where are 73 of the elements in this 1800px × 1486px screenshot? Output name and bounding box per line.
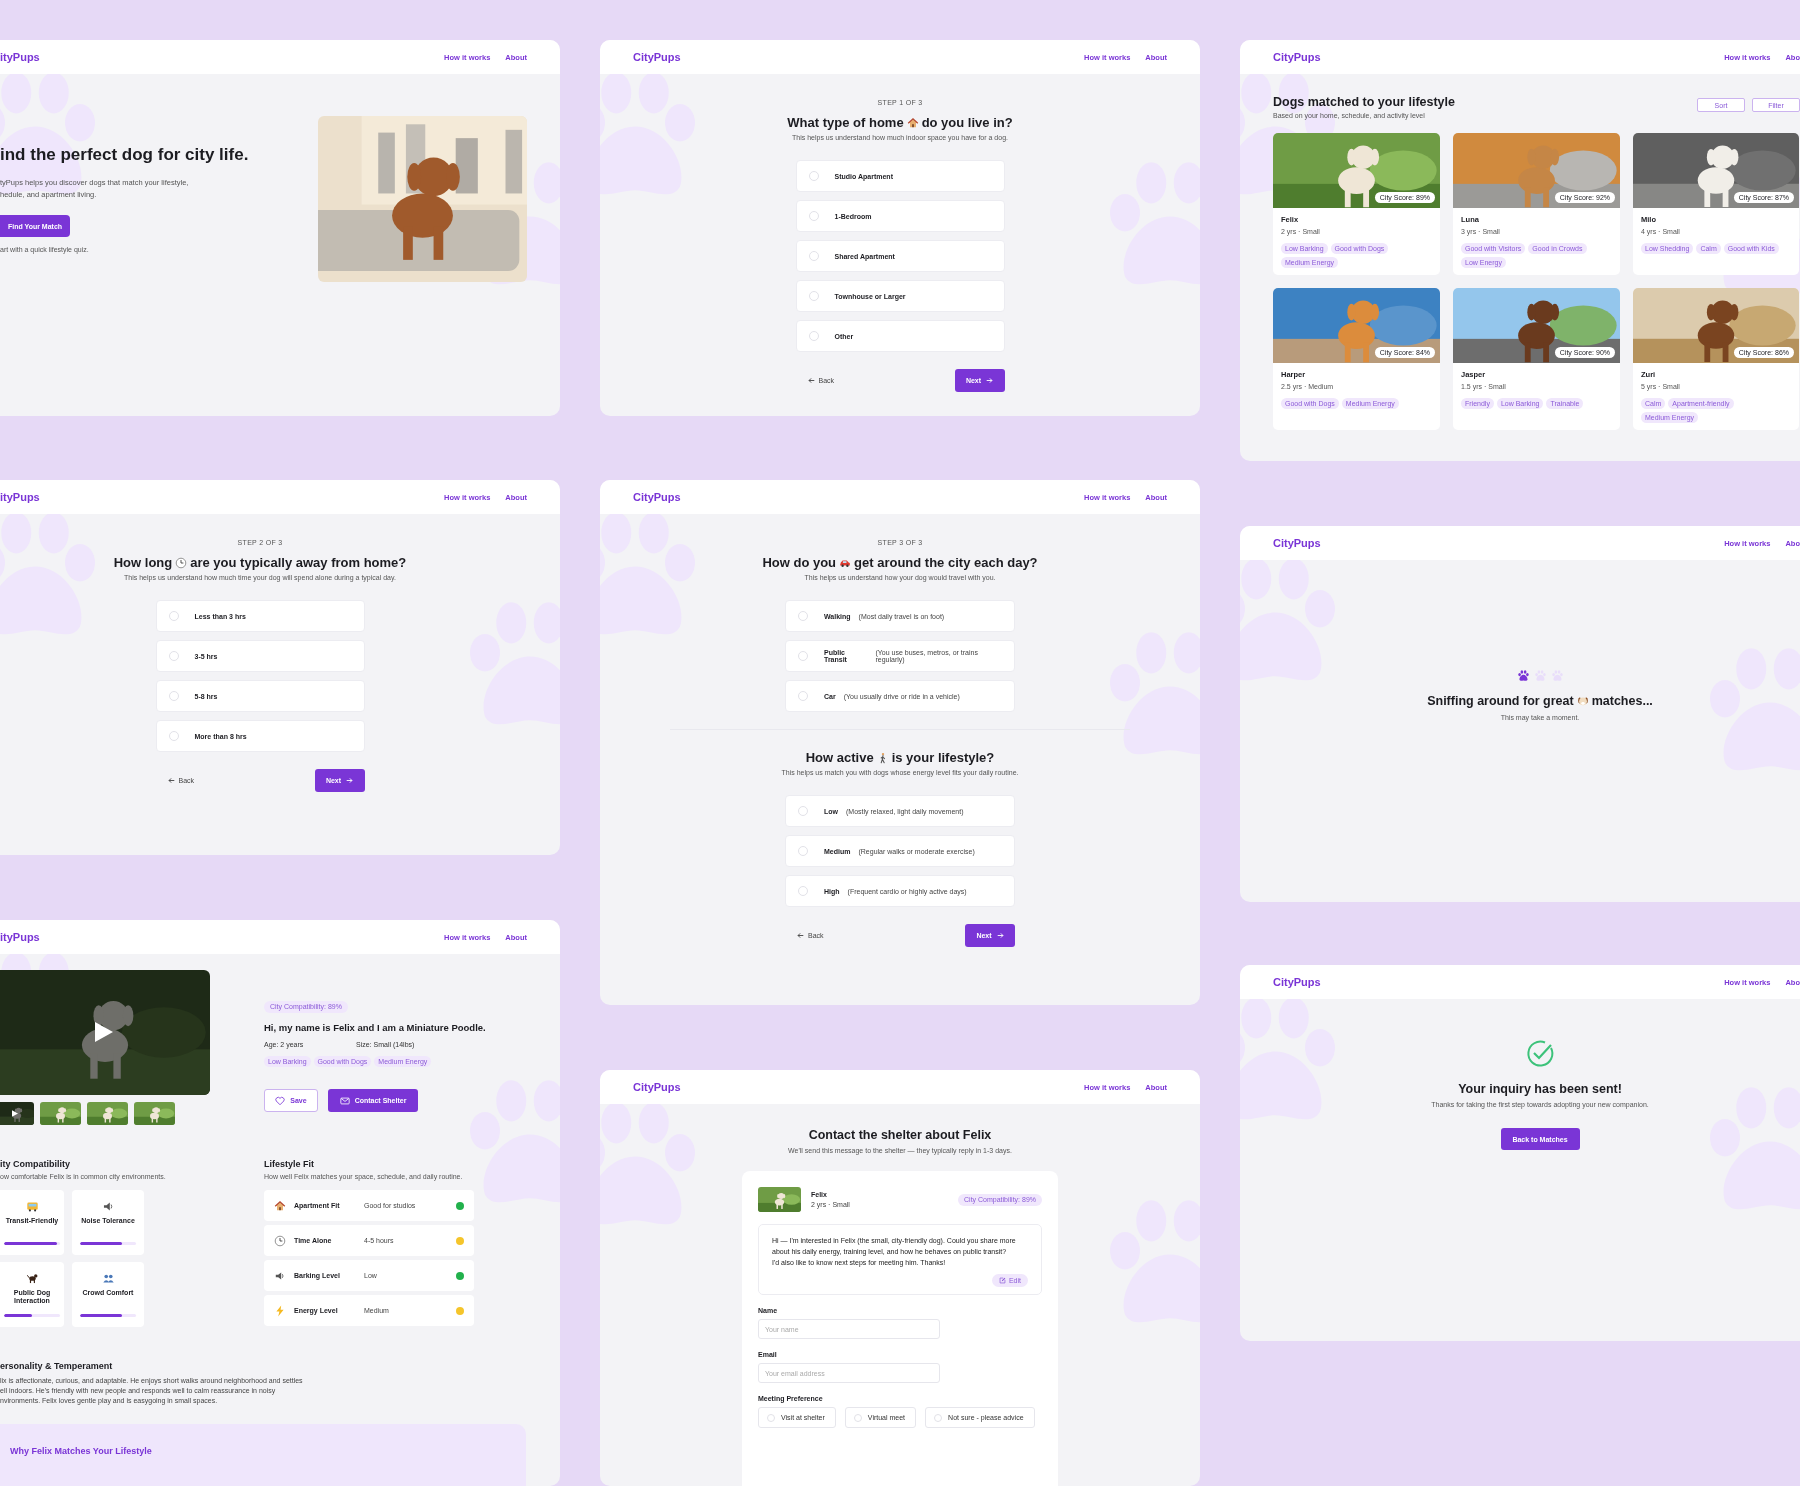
- house-icon: [906, 117, 919, 129]
- logo[interactable]: CityPups: [633, 51, 681, 63]
- radio-button[interactable]: [798, 651, 808, 661]
- speaker-icon: [101, 1200, 115, 1213]
- logo[interactable]: CityPups: [1273, 537, 1321, 549]
- radio-button[interactable]: [798, 886, 808, 896]
- logo[interactable]: CityPups: [1273, 976, 1321, 988]
- hero-headline: ind the perfect dog for city life.: [0, 145, 250, 165]
- section-title: Lifestyle Fit: [264, 1158, 315, 1170]
- radio-button[interactable]: [808, 291, 819, 301]
- lightning-icon: [274, 1304, 286, 1317]
- logo[interactable]: CityPups: [633, 1081, 681, 1093]
- question-title: are you typically away from home?: [190, 555, 407, 571]
- logo[interactable]: ityPups: [0, 931, 40, 943]
- thumbnail[interactable]: [40, 1102, 81, 1125]
- radio-button[interactable]: [798, 691, 808, 701]
- play-icon: [12, 1110, 18, 1117]
- dog-icon: [25, 1272, 39, 1285]
- check-circle-icon: [1525, 1038, 1555, 1068]
- arrow-left-icon: [167, 777, 175, 784]
- panel-title: Why Felix Matches Your Lifestyle: [10, 1446, 153, 1456]
- page-title: Contact the shelter about Felix: [808, 1128, 992, 1143]
- radio-button[interactable]: [168, 611, 179, 621]
- people-icon: [101, 1272, 115, 1285]
- question-title: do you live in?: [921, 115, 1013, 131]
- radio-button[interactable]: [808, 211, 819, 221]
- logo[interactable]: CityPups: [633, 491, 681, 503]
- message-box[interactable]: [758, 1224, 1042, 1295]
- question-title: How active: [805, 750, 874, 766]
- logo[interactable]: CityPups: [1273, 51, 1321, 63]
- arrow-left-icon: [797, 932, 804, 939]
- radio-button[interactable]: [798, 846, 808, 856]
- radio-button[interactable]: [168, 651, 179, 661]
- clock-icon: [175, 557, 188, 569]
- logo[interactable]: ityPups: [0, 491, 40, 503]
- section-title: ersonality & Temperament: [0, 1360, 114, 1372]
- section-title: ity Compatibility: [0, 1158, 71, 1170]
- question-title: How long: [113, 555, 173, 571]
- bus-icon: [25, 1200, 39, 1213]
- radio-button[interactable]: [798, 806, 808, 816]
- arrow-right-icon: [346, 777, 354, 784]
- radio-button[interactable]: [168, 731, 179, 741]
- pencil-icon: [998, 1277, 1006, 1284]
- arrow-right-icon: [996, 932, 1004, 939]
- house-icon: [274, 1199, 286, 1212]
- dog-intro-title: Hi, my name is Felix and I am a Miniature Poodle.: [264, 1022, 487, 1033]
- radio-button[interactable]: [808, 331, 819, 341]
- radio-button[interactable]: [853, 1413, 862, 1422]
- logo[interactable]: ityPups: [0, 51, 40, 63]
- thumbnail[interactable]: [134, 1102, 175, 1125]
- play-icon[interactable]: [95, 1022, 113, 1042]
- radio-button[interactable]: [798, 611, 808, 621]
- radio-button[interactable]: [808, 251, 819, 261]
- question-title: How do you: [762, 555, 837, 571]
- radio-button[interactable]: [767, 1413, 775, 1422]
- heart-icon: [275, 1095, 286, 1106]
- radio-button[interactable]: [808, 171, 819, 181]
- mail-icon: [339, 1095, 350, 1106]
- radio-button[interactable]: [934, 1413, 943, 1422]
- question-title: is your lifestyle?: [891, 750, 995, 766]
- confirmation-title: Your inquiry has been sent!: [1458, 1082, 1622, 1096]
- arrow-right-icon: [986, 377, 994, 384]
- loading-title: Sniffing around for great: [1427, 694, 1574, 708]
- page-title: Dogs matched to your lifestyle: [1273, 94, 1455, 110]
- thumbnail[interactable]: [87, 1102, 128, 1125]
- radio-button[interactable]: [168, 691, 179, 701]
- arrow-left-icon: [807, 377, 815, 384]
- loading-title: matches...: [1591, 694, 1653, 708]
- dog-head-icon: [1576, 695, 1589, 707]
- clock-icon: [274, 1234, 286, 1247]
- question-title: get around the city each day?: [854, 555, 1038, 571]
- thumbnail[interactable]: [0, 1102, 34, 1125]
- question-title: What type of home: [787, 115, 904, 131]
